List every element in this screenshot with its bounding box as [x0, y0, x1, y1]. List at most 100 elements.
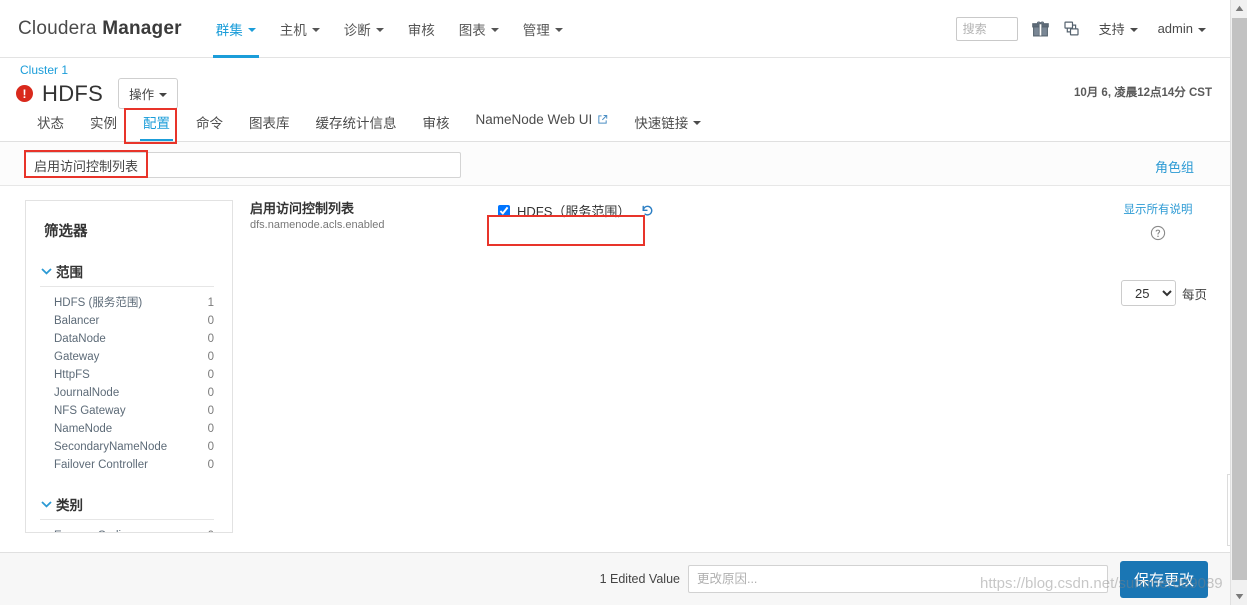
show-all-descriptions-group: 显示所有说明	[1113, 200, 1203, 241]
filter-item-erasure-coding[interactable]: Erasure Coding 0	[26, 527, 232, 532]
service-tab-bar: 状态 实例 配置 命令 图表库 缓存统计信息 审核 NameNode Web U…	[0, 110, 1230, 142]
filter-group-category-header[interactable]: 类别	[40, 494, 214, 520]
filter-group-scope-header[interactable]: 范围	[40, 261, 214, 287]
filter-item-balancer[interactable]: Balancer 0	[26, 312, 232, 330]
actions-button-label: 操作	[129, 88, 155, 102]
scrollbar-thumb[interactable]	[1232, 18, 1247, 580]
tab-audits-label: 审核	[422, 116, 450, 131]
brand-bold-text: Manager	[102, 17, 182, 39]
undo-reset-icon[interactable]	[641, 204, 654, 217]
tab-cache-statistics-label: 缓存统计信息	[315, 116, 397, 131]
save-changes-button[interactable]: 保存更改	[1119, 560, 1208, 598]
tab-quick-links[interactable]: 快速链接	[621, 110, 714, 141]
nav-item-administration[interactable]: 管理	[511, 0, 575, 58]
scroll-down-arrow-icon[interactable]	[1231, 588, 1247, 605]
actions-button[interactable]: 操作	[118, 78, 179, 109]
filter-item-count: 1	[207, 297, 214, 309]
tab-instances[interactable]: 实例	[77, 110, 130, 141]
filter-item-nfs-gateway[interactable]: NFS Gateway 0	[26, 402, 232, 420]
tab-chart-library[interactable]: 图表库	[236, 110, 303, 141]
tab-configuration-label: 配置	[143, 116, 170, 131]
chevron-down-icon	[1129, 27, 1138, 32]
filter-item-count: 0	[207, 351, 214, 363]
change-reason-input[interactable]	[687, 565, 1108, 593]
chevron-down-icon	[693, 121, 702, 125]
filter-item-count: 0	[207, 315, 214, 327]
filter-item-journalnode[interactable]: JournalNode 0	[26, 384, 232, 402]
nav-item-clusters[interactable]: 群集	[204, 0, 268, 58]
nav-item-diagnostics[interactable]: 诊断	[332, 0, 396, 58]
tab-configuration[interactable]: 配置	[130, 110, 183, 141]
help-circle-icon[interactable]	[1113, 225, 1203, 241]
filter-item-namenode[interactable]: NameNode 0	[26, 420, 232, 438]
acls-enabled-checkbox-label: HDFS（服务范围）	[517, 204, 631, 219]
top-navigation-bar: Cloudera Manager 群集 主机 诊断 审核 图表 管理 搜索 支持…	[0, 0, 1230, 58]
filter-item-count: 0	[207, 423, 214, 435]
tab-cache-statistics[interactable]: 缓存统计信息	[303, 110, 410, 141]
chevron-down-icon	[375, 27, 384, 32]
filter-item-datanode[interactable]: DataNode 0	[26, 330, 232, 348]
show-all-descriptions-link[interactable]: 显示所有说明	[1124, 204, 1193, 216]
per-page-label: 每页	[1181, 287, 1207, 302]
nav-item-audits-label: 审核	[407, 22, 435, 38]
filter-item-gateway[interactable]: Gateway 0	[26, 348, 232, 366]
tab-audits[interactable]: 审核	[410, 110, 463, 141]
filter-item-hdfs-service-wide[interactable]: HDFS (服务范围) 1	[26, 294, 232, 312]
filter-item-label: NFS Gateway	[54, 405, 126, 417]
edited-value-count: 1 Edited Value	[599, 572, 680, 586]
brand-light-text: Cloudera	[18, 17, 103, 39]
filter-item-label: HttpFS	[54, 369, 90, 381]
filter-item-failover-controller[interactable]: Failover Controller 0	[26, 456, 232, 474]
filter-item-secondarynamenode[interactable]: SecondaryNameNode 0	[26, 438, 232, 456]
tab-instances-label: 实例	[90, 116, 117, 131]
nav-item-charts[interactable]: 图表	[447, 0, 511, 58]
page-title: HDFS	[42, 80, 104, 106]
tab-namenode-web-ui[interactable]: NameNode Web UI	[463, 110, 622, 136]
filters-title: 筛选器	[44, 224, 88, 240]
nav-item-charts-label: 图表	[458, 22, 486, 38]
search-input[interactable]	[955, 16, 1018, 41]
filter-group-scope: 范围 HDFS (服务范围) 1 Balancer 0 DataNode 0 G…	[26, 261, 232, 474]
filter-item-count: 0	[207, 405, 214, 417]
error-icon-glyph: !	[22, 86, 27, 101]
role-groups-link[interactable]: 角色组	[1155, 157, 1194, 176]
filter-item-label: Gateway	[54, 351, 100, 363]
filter-item-count: 0	[207, 369, 214, 381]
brand-logo[interactable]: Cloudera Manager	[18, 18, 182, 40]
nav-item-clusters-label: 群集	[215, 22, 243, 38]
tab-chart-library-label: 图表库	[249, 116, 290, 131]
config-property-name: 启用访问控制列表	[250, 201, 355, 216]
config-search-input[interactable]	[24, 152, 461, 178]
error-icon: !	[16, 85, 33, 102]
tab-status[interactable]: 状态	[24, 110, 77, 141]
config-search-row: 角色组	[0, 142, 1230, 186]
parcel-icon[interactable]	[1063, 20, 1081, 37]
nav-item-support[interactable]: 支持	[1089, 14, 1148, 44]
external-link-icon	[597, 114, 608, 125]
chevron-down-icon	[311, 27, 320, 32]
filter-item-label: DataNode	[54, 333, 106, 345]
nav-item-administration-label: 管理	[522, 22, 550, 38]
filter-item-label: JournalNode	[54, 387, 120, 399]
per-page-select[interactable]: 25 50 100	[1120, 280, 1176, 306]
nav-right-group: 支持 admin	[955, 14, 1216, 44]
page-scrollbar[interactable]	[1230, 0, 1247, 605]
filter-group-category-title: 类别	[56, 498, 83, 513]
chevron-down-icon	[247, 27, 256, 32]
filter-item-httpfs[interactable]: HttpFS 0	[26, 366, 232, 384]
nav-item-user-menu[interactable]: admin	[1148, 14, 1216, 44]
nav-item-hosts-label: 主机	[279, 22, 307, 38]
config-property-value: HDFS（服务范围）	[498, 201, 654, 220]
filter-item-label: Failover Controller	[54, 459, 148, 471]
chevron-down-icon	[40, 265, 52, 277]
tab-commands[interactable]: 命令	[183, 110, 236, 141]
save-bar: 1 Edited Value 保存更改	[0, 552, 1230, 605]
breadcrumb-cluster-link[interactable]: Cluster 1	[20, 63, 68, 77]
cloudera-manager-page: Cloudera Manager 群集 主机 诊断 审核 图表 管理 搜索 支持…	[0, 0, 1247, 605]
filter-item-count: 0	[208, 528, 214, 532]
nav-item-audits[interactable]: 审核	[396, 0, 447, 58]
scroll-up-arrow-icon[interactable]	[1231, 0, 1247, 17]
nav-item-hosts[interactable]: 主机	[268, 0, 332, 58]
gift-icon[interactable]	[1031, 20, 1049, 37]
acls-enabled-checkbox[interactable]	[498, 204, 510, 217]
